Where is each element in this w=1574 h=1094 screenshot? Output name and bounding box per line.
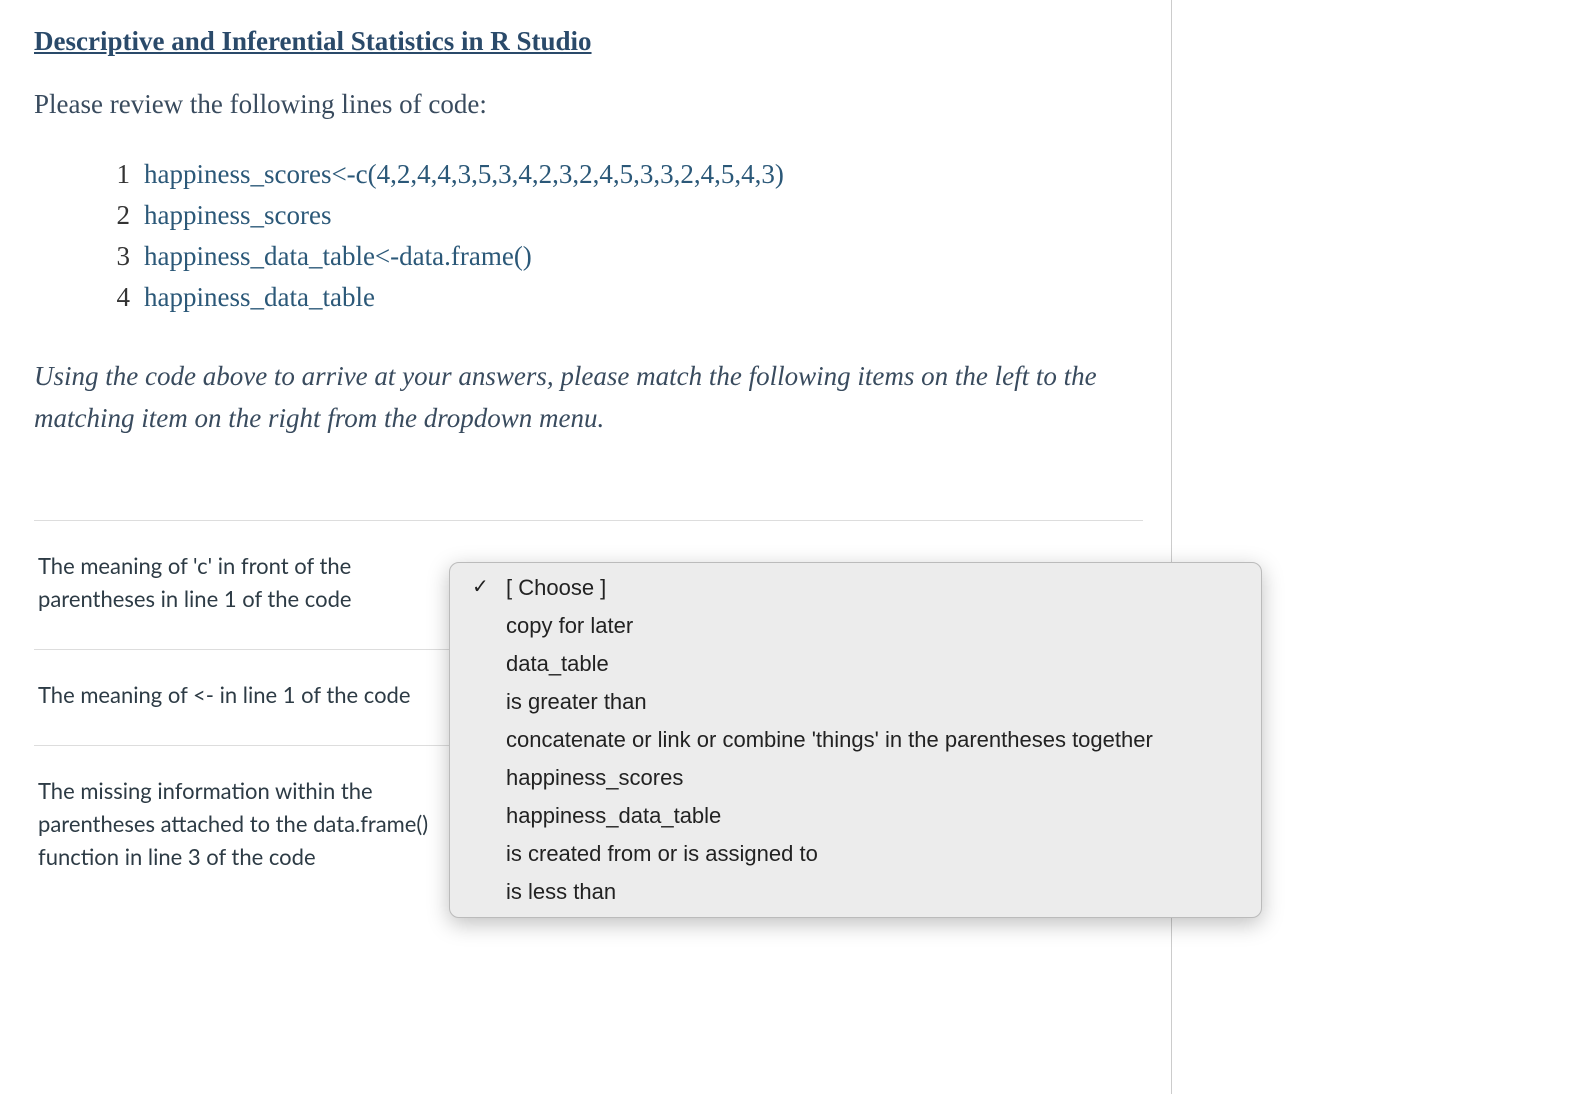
code-text: happiness_data_table<-data.frame() bbox=[144, 236, 532, 277]
code-text: happiness_scores bbox=[144, 195, 331, 236]
answer-dropdown-menu[interactable]: [ Choose ] copy for later data_table is … bbox=[449, 562, 1262, 918]
code-line: 3 happiness_data_table<-data.frame() bbox=[100, 236, 1143, 277]
code-text: happiness_data_table bbox=[144, 277, 375, 318]
dropdown-option[interactable]: is created from or is assigned to bbox=[450, 835, 1261, 873]
code-block: 1 happiness_scores<-c(4,2,4,4,3,5,3,4,2,… bbox=[100, 154, 1143, 318]
match-prompt: The missing information within the paren… bbox=[38, 774, 460, 873]
dropdown-option[interactable]: happiness_data_table bbox=[450, 797, 1261, 835]
dropdown-option[interactable]: concatenate or link or combine 'things' … bbox=[450, 721, 1261, 759]
code-line: 4 happiness_data_table bbox=[100, 277, 1143, 318]
line-number: 2 bbox=[100, 195, 130, 236]
code-text: happiness_scores<-c(4,2,4,4,3,5,3,4,2,3,… bbox=[144, 154, 784, 195]
section-heading: Descriptive and Inferential Statistics i… bbox=[34, 26, 1143, 57]
code-line: 2 happiness_scores bbox=[100, 195, 1143, 236]
dropdown-option[interactable]: is less than bbox=[450, 873, 1261, 911]
dropdown-option[interactable]: data_table bbox=[450, 645, 1261, 683]
dropdown-option[interactable]: [ Choose ] bbox=[450, 569, 1261, 607]
intro-text: Please review the following lines of cod… bbox=[34, 89, 1143, 120]
line-number: 1 bbox=[100, 154, 130, 195]
match-prompt: The meaning of 'c' in front of the paren… bbox=[38, 549, 460, 615]
dropdown-option[interactable]: copy for later bbox=[450, 607, 1261, 645]
code-line: 1 happiness_scores<-c(4,2,4,4,3,5,3,4,2,… bbox=[100, 154, 1143, 195]
question-content: Descriptive and Inferential Statistics i… bbox=[0, 0, 1172, 1094]
line-number: 3 bbox=[100, 236, 130, 277]
match-prompt: The meaning of <- in line 1 of the code bbox=[38, 678, 460, 711]
dropdown-option[interactable]: happiness_scores bbox=[450, 759, 1261, 797]
instructions-text: Using the code above to arrive at your a… bbox=[34, 356, 1143, 440]
line-number: 4 bbox=[100, 277, 130, 318]
dropdown-option[interactable]: is greater than bbox=[450, 683, 1261, 721]
